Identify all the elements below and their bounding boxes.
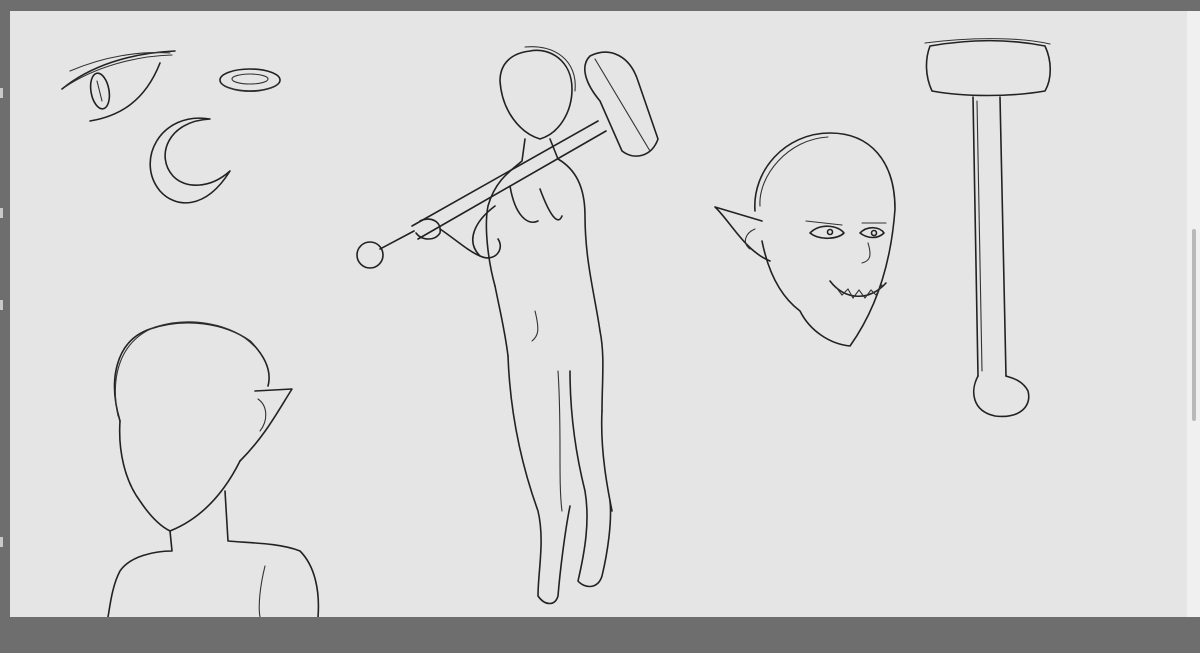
- ring-sketch: [219, 68, 281, 93]
- crescent-sketch: [149, 117, 231, 204]
- status-bar: [0, 617, 1200, 653]
- sketch-layer: [61, 38, 1052, 617]
- head-sketch: [714, 132, 896, 347]
- ruler-tick: [0, 88, 3, 98]
- vertical-scrollbar[interactable]: [1187, 11, 1200, 617]
- workspace-background: [0, 0, 1200, 653]
- bust-sketch: [107, 321, 320, 617]
- drawing-canvas[interactable]: [10, 11, 1187, 617]
- eye-sketch: [61, 50, 176, 122]
- ruler-tick: [0, 300, 3, 310]
- hammer-sketch: [924, 38, 1052, 418]
- figure-sketch: [356, 46, 659, 605]
- scrollbar-thumb[interactable]: [1192, 229, 1196, 421]
- ruler-tick: [0, 208, 3, 218]
- ruler-tick: [0, 537, 3, 547]
